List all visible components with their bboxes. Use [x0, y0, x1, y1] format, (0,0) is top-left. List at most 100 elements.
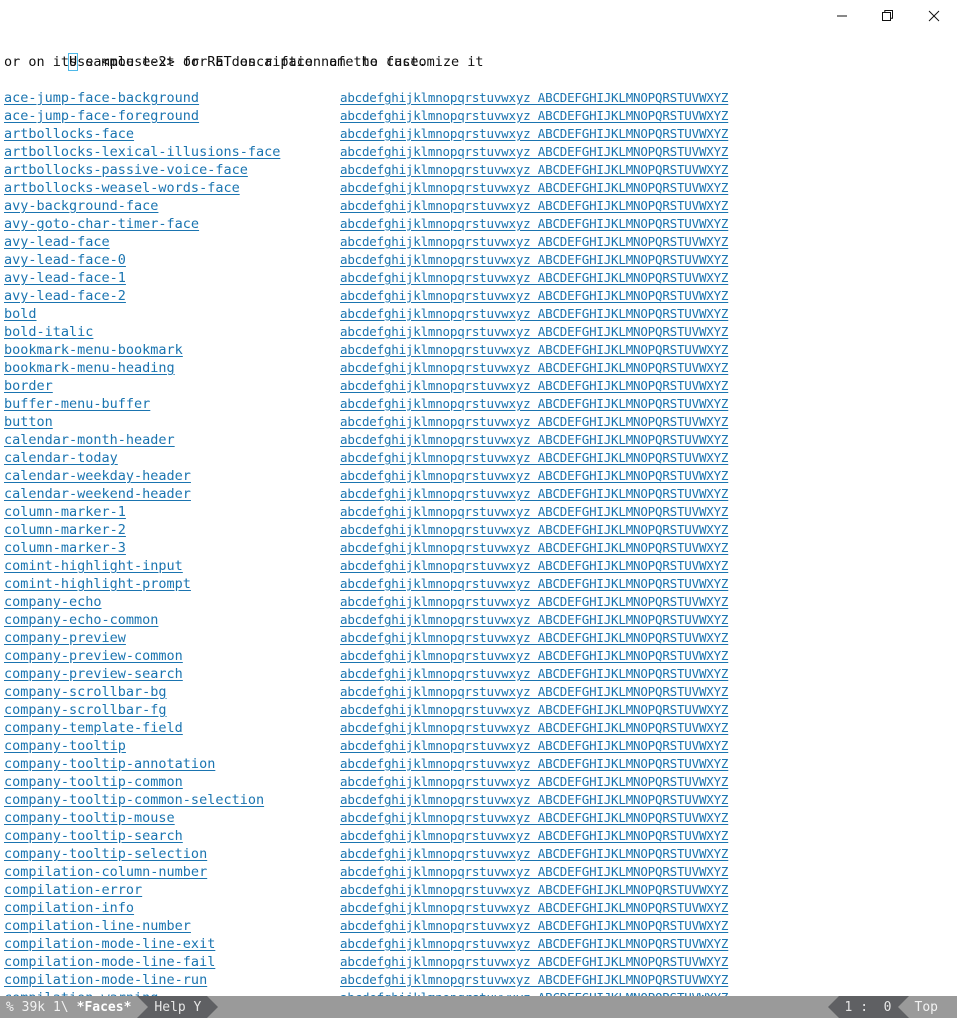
face-name-link[interactable]: comint-highlight-input: [4, 557, 183, 575]
face-name-link[interactable]: avy-lead-face-0: [4, 251, 126, 269]
face-sample-text[interactable]: abcdefghijklmnopqrstuvwxyz ABCDEFGHIJKLM…: [340, 305, 728, 323]
face-name-link[interactable]: company-tooltip-selection: [4, 845, 207, 863]
face-name-link[interactable]: buffer-menu-buffer: [4, 395, 150, 413]
face-name-link[interactable]: artbollocks-passive-voice-face: [4, 161, 248, 179]
face-sample-text[interactable]: abcdefghijklmnopqrstuvwxyz ABCDEFGHIJKLM…: [340, 143, 728, 161]
face-sample-text[interactable]: abcdefghijklmnopqrstuvwxyz ABCDEFGHIJKLM…: [340, 215, 728, 233]
face-name-link[interactable]: avy-lead-face: [4, 233, 110, 251]
mode-line-major-mode-segment[interactable]: Help Y: [148, 996, 208, 1018]
face-sample-text[interactable]: abcdefghijklmnopqrstuvwxyz ABCDEFGHIJKLM…: [340, 845, 728, 863]
face-name-link[interactable]: company-scrollbar-bg: [4, 683, 167, 701]
restore-button[interactable]: [865, 0, 911, 32]
face-sample-text[interactable]: abcdefghijklmnopqrstuvwxyz ABCDEFGHIJKLM…: [340, 413, 728, 431]
face-name-link[interactable]: column-marker-2: [4, 521, 126, 539]
face-sample-text[interactable]: abcdefghijklmnopqrstuvwxyz ABCDEFGHIJKLM…: [340, 935, 728, 953]
face-name-link[interactable]: company-preview-search: [4, 665, 183, 683]
face-name-link[interactable]: bookmark-menu-bookmark: [4, 341, 183, 359]
face-sample-text[interactable]: abcdefghijklmnopqrstuvwxyz ABCDEFGHIJKLM…: [340, 755, 728, 773]
face-name-link[interactable]: ace-jump-face-foreground: [4, 107, 199, 125]
faces-buffer[interactable]: Use <mouse-2> or RET on a face name to c…: [0, 32, 957, 996]
face-sample-text[interactable]: abcdefghijklmnopqrstuvwxyz ABCDEFGHIJKLM…: [340, 503, 728, 521]
face-name-link[interactable]: calendar-today: [4, 449, 118, 467]
face-sample-text[interactable]: abcdefghijklmnopqrstuvwxyz ABCDEFGHIJKLM…: [340, 953, 728, 971]
face-name-link[interactable]: compilation-column-number: [4, 863, 207, 881]
face-sample-text[interactable]: abcdefghijklmnopqrstuvwxyz ABCDEFGHIJKLM…: [340, 809, 728, 827]
face-sample-text[interactable]: abcdefghijklmnopqrstuvwxyz ABCDEFGHIJKLM…: [340, 737, 728, 755]
face-sample-text[interactable]: abcdefghijklmnopqrstuvwxyz ABCDEFGHIJKLM…: [340, 575, 728, 593]
face-name-link[interactable]: bookmark-menu-heading: [4, 359, 175, 377]
face-name-link[interactable]: company-tooltip-annotation: [4, 755, 215, 773]
face-sample-text[interactable]: abcdefghijklmnopqrstuvwxyz ABCDEFGHIJKLM…: [340, 359, 728, 377]
face-sample-text[interactable]: abcdefghijklmnopqrstuvwxyz ABCDEFGHIJKLM…: [340, 377, 728, 395]
face-name-link[interactable]: calendar-weekend-header: [4, 485, 191, 503]
face-sample-text[interactable]: abcdefghijklmnopqrstuvwxyz ABCDEFGHIJKLM…: [340, 593, 728, 611]
face-name-link[interactable]: company-tooltip-mouse: [4, 809, 175, 827]
mode-line-position-segment[interactable]: 1 : 0: [838, 996, 898, 1018]
face-name-link[interactable]: company-tooltip-search: [4, 827, 183, 845]
face-name-link[interactable]: artbollocks-weasel-words-face: [4, 179, 240, 197]
face-sample-text[interactable]: abcdefghijklmnopqrstuvwxyz ABCDEFGHIJKLM…: [340, 251, 728, 269]
face-name-link[interactable]: company-echo: [4, 593, 102, 611]
face-sample-text[interactable]: abcdefghijklmnopqrstuvwxyz ABCDEFGHIJKLM…: [340, 971, 728, 989]
face-sample-text[interactable]: abcdefghijklmnopqrstuvwxyz ABCDEFGHIJKLM…: [340, 179, 728, 197]
face-sample-text[interactable]: abcdefghijklmnopqrstuvwxyz ABCDEFGHIJKLM…: [340, 665, 728, 683]
face-name-link[interactable]: calendar-month-header: [4, 431, 175, 449]
face-sample-text[interactable]: abcdefghijklmnopqrstuvwxyz ABCDEFGHIJKLM…: [340, 287, 728, 305]
face-sample-text[interactable]: abcdefghijklmnopqrstuvwxyz ABCDEFGHIJKLM…: [340, 233, 728, 251]
face-name-link[interactable]: compilation-line-number: [4, 917, 191, 935]
face-name-link[interactable]: company-tooltip-common-selection: [4, 791, 264, 809]
face-name-link[interactable]: calendar-weekday-header: [4, 467, 191, 485]
minimize-button[interactable]: [819, 0, 865, 32]
face-name-link[interactable]: button: [4, 413, 53, 431]
face-name-link[interactable]: compilation-mode-line-exit: [4, 935, 215, 953]
face-sample-text[interactable]: abcdefghijklmnopqrstuvwxyz ABCDEFGHIJKLM…: [340, 899, 728, 917]
face-name-link[interactable]: company-tooltip: [4, 737, 126, 755]
face-name-link[interactable]: border: [4, 377, 53, 395]
face-sample-text[interactable]: abcdefghijklmnopqrstuvwxyz ABCDEFGHIJKLM…: [340, 917, 728, 935]
face-name-link[interactable]: column-marker-1: [4, 503, 126, 521]
face-sample-text[interactable]: abcdefghijklmnopqrstuvwxyz ABCDEFGHIJKLM…: [340, 107, 728, 125]
face-sample-text[interactable]: abcdefghijklmnopqrstuvwxyz ABCDEFGHIJKLM…: [340, 719, 728, 737]
face-sample-text[interactable]: abcdefghijklmnopqrstuvwxyz ABCDEFGHIJKLM…: [340, 341, 728, 359]
face-name-link[interactable]: compilation-info: [4, 899, 134, 917]
face-sample-text[interactable]: abcdefghijklmnopqrstuvwxyz ABCDEFGHIJKLM…: [340, 881, 728, 899]
face-sample-text[interactable]: abcdefghijklmnopqrstuvwxyz ABCDEFGHIJKLM…: [340, 431, 728, 449]
face-sample-text[interactable]: abcdefghijklmnopqrstuvwxyz ABCDEFGHIJKLM…: [340, 863, 728, 881]
face-sample-text[interactable]: abcdefghijklmnopqrstuvwxyz ABCDEFGHIJKLM…: [340, 467, 728, 485]
face-name-link[interactable]: artbollocks-lexical-illusions-face: [4, 143, 280, 161]
face-sample-text[interactable]: abcdefghijklmnopqrstuvwxyz ABCDEFGHIJKLM…: [340, 125, 728, 143]
face-name-link[interactable]: company-echo-common: [4, 611, 158, 629]
face-name-link[interactable]: compilation-warning: [4, 989, 158, 996]
face-sample-text[interactable]: abcdefghijklmnopqrstuvwxyz ABCDEFGHIJKLM…: [340, 647, 728, 665]
face-sample-text[interactable]: abcdefghijklmnopqrstuvwxyz ABCDEFGHIJKLM…: [340, 629, 728, 647]
face-sample-text[interactable]: abcdefghijklmnopqrstuvwxyz ABCDEFGHIJKLM…: [340, 197, 728, 215]
face-name-link[interactable]: compilation-error: [4, 881, 142, 899]
face-name-link[interactable]: ace-jump-face-background: [4, 89, 199, 107]
face-name-link[interactable]: column-marker-3: [4, 539, 126, 557]
face-sample-text[interactable]: abcdefghijklmnopqrstuvwxyz ABCDEFGHIJKLM…: [340, 773, 728, 791]
face-name-link[interactable]: avy-goto-char-timer-face: [4, 215, 199, 233]
face-name-link[interactable]: avy-lead-face-2: [4, 287, 126, 305]
face-sample-text[interactable]: abcdefghijklmnopqrstuvwxyz ABCDEFGHIJKLM…: [340, 827, 728, 845]
face-sample-text[interactable]: abcdefghijklmnopqrstuvwxyz ABCDEFGHIJKLM…: [340, 323, 728, 341]
face-sample-text[interactable]: abcdefghijklmnopqrstuvwxyz ABCDEFGHIJKLM…: [340, 791, 728, 809]
face-name-link[interactable]: artbollocks-face: [4, 125, 134, 143]
face-sample-text[interactable]: abcdefghijklmnopqrstuvwxyz ABCDEFGHIJKLM…: [340, 89, 728, 107]
face-name-link[interactable]: company-template-field: [4, 719, 183, 737]
face-sample-text[interactable]: abcdefghijklmnopqrstuvwxyz ABCDEFGHIJKLM…: [340, 989, 728, 996]
face-name-link[interactable]: company-tooltip-common: [4, 773, 183, 791]
face-sample-text[interactable]: abcdefghijklmnopqrstuvwxyz ABCDEFGHIJKLM…: [340, 449, 728, 467]
face-sample-text[interactable]: abcdefghijklmnopqrstuvwxyz ABCDEFGHIJKLM…: [340, 701, 728, 719]
face-sample-text[interactable]: abcdefghijklmnopqrstuvwxyz ABCDEFGHIJKLM…: [340, 539, 728, 557]
face-name-link[interactable]: compilation-mode-line-run: [4, 971, 207, 989]
face-sample-text[interactable]: abcdefghijklmnopqrstuvwxyz ABCDEFGHIJKLM…: [340, 485, 728, 503]
face-sample-text[interactable]: abcdefghijklmnopqrstuvwxyz ABCDEFGHIJKLM…: [340, 557, 728, 575]
face-name-link[interactable]: company-preview: [4, 629, 126, 647]
mode-line-buffer-name[interactable]: *Faces*: [77, 1000, 132, 1015]
face-sample-text[interactable]: abcdefghijklmnopqrstuvwxyz ABCDEFGHIJKLM…: [340, 521, 728, 539]
face-name-link[interactable]: company-preview-common: [4, 647, 183, 665]
face-name-link[interactable]: comint-highlight-prompt: [4, 575, 191, 593]
face-name-link[interactable]: avy-background-face: [4, 197, 158, 215]
face-name-link[interactable]: avy-lead-face-1: [4, 269, 126, 287]
face-sample-text[interactable]: abcdefghijklmnopqrstuvwxyz ABCDEFGHIJKLM…: [340, 161, 728, 179]
